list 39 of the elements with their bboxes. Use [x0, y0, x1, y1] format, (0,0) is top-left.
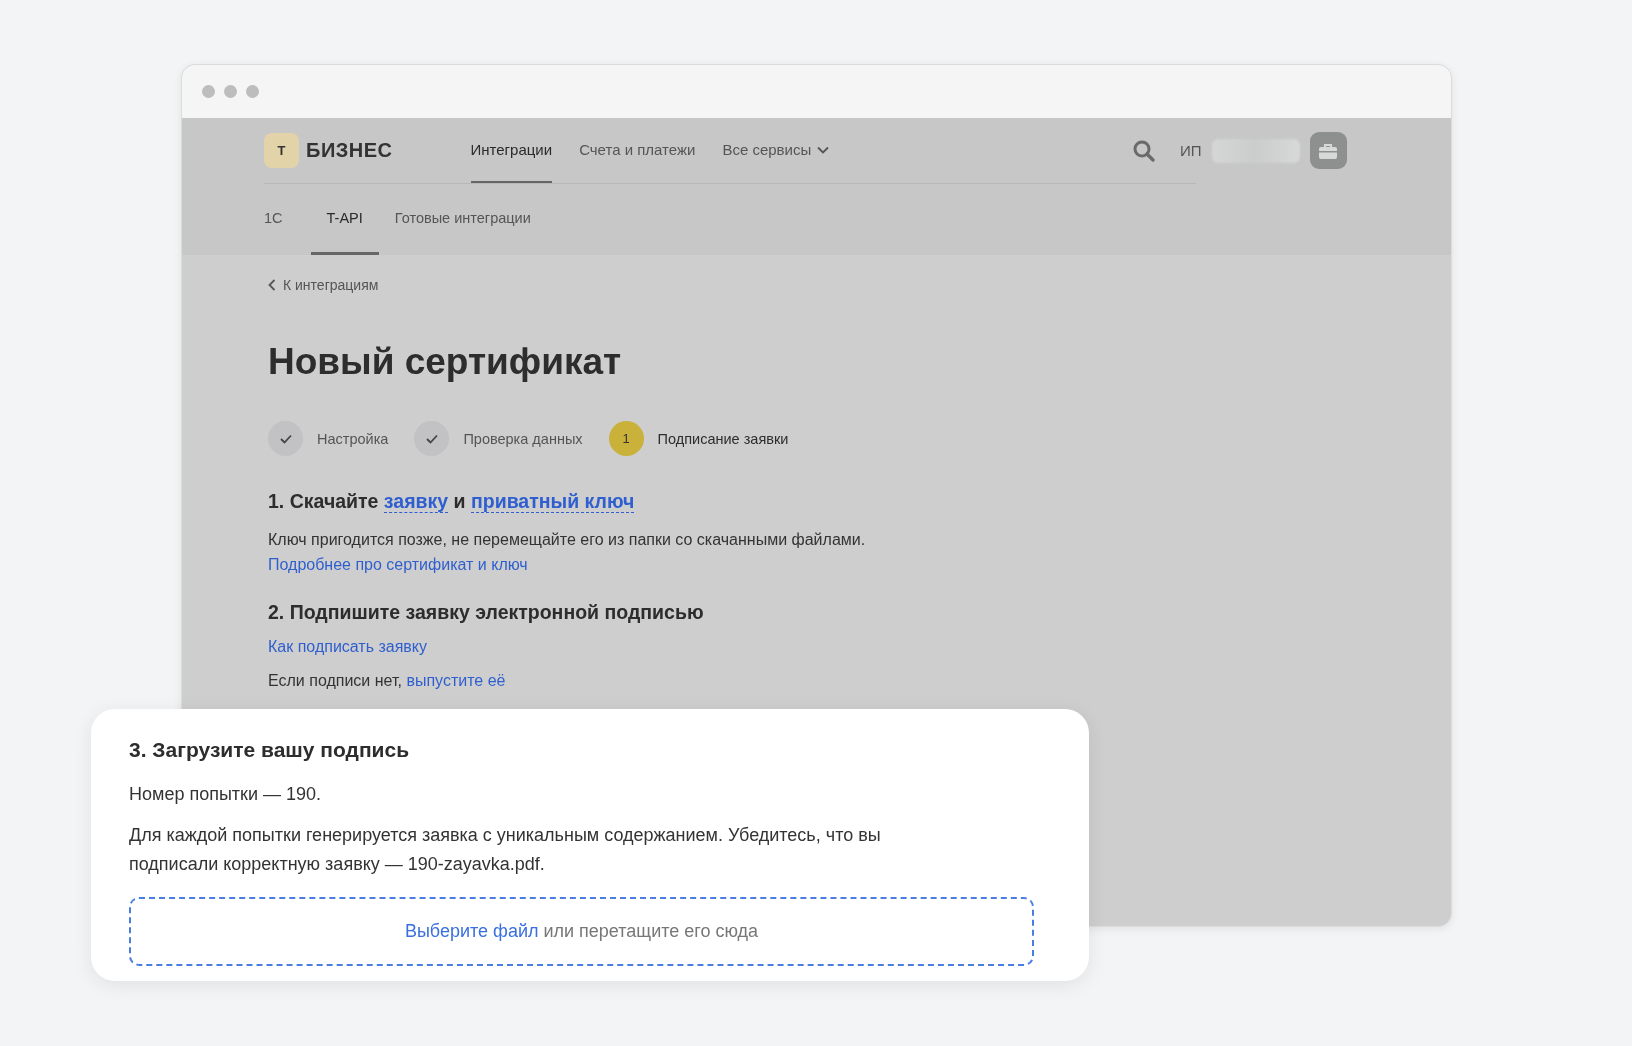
logo-mark[interactable]: Т [264, 133, 299, 168]
caret-icon [817, 145, 830, 154]
window-control-dot[interactable] [224, 85, 237, 98]
issue-signature-link[interactable]: выпустите её [406, 672, 506, 689]
window-control-dot[interactable] [202, 85, 215, 98]
logo-text[interactable]: БИЗНЕС [306, 139, 393, 162]
attempt-text: Номер попытки — 190. [129, 783, 323, 806]
page-title: Новый сертификат [268, 341, 623, 383]
nav-tab[interactable]: Счета и платежи [579, 118, 696, 183]
chevron-left-icon [268, 279, 276, 291]
dropzone-text: или перетащите его сюда [543, 921, 759, 942]
nav-tab[interactable]: Интеграции [470, 118, 553, 183]
download-link[interactable]: заявку [383, 490, 449, 513]
nav-tab[interactable]: Все сервисы [722, 118, 830, 183]
window-control-dot[interactable] [246, 85, 259, 98]
help-link[interactable]: Как подписать заявку [268, 638, 1451, 656]
info-link[interactable]: Подробнее про сертификат и ключ [268, 556, 528, 573]
download-link[interactable]: приватный ключ [470, 490, 635, 513]
card-note: Для каждой попытки генерируется заявка с уникальным содержанием. Убедитесь, что вы подписали корректную заявку — 190-zayavka.pdf. [129, 824, 882, 876]
sub-tab[interactable]: 1С [264, 184, 311, 255]
info-paragraph: Ключ пригодится позже, не перемещайте его из папки со скачанными файлами. Подробнее про сертификат и ключ [268, 530, 867, 575]
account-avatar[interactable] [1309, 132, 1347, 169]
file-dropzone[interactable]: Выберите файл или перетащите его сюда [129, 897, 1034, 966]
back-link[interactable]: К интеграциям [268, 277, 379, 293]
sub-tab[interactable]: T-API [310, 184, 379, 255]
check-icon [425, 433, 438, 444]
account-label: ИП [1180, 142, 1202, 159]
choose-file-link[interactable]: Выберите файл [404, 921, 539, 942]
check-icon [279, 433, 292, 444]
card-heading: 3. Загрузите вашу подпись [129, 738, 411, 762]
search-icon[interactable] [1132, 138, 1156, 163]
sub-tab[interactable]: Готовые интеграции [378, 184, 547, 255]
step-label: Настройка [317, 430, 389, 447]
section-heading: 1. Скачайте заявку и приватный ключ [268, 490, 636, 513]
section-heading: 2. Подпишите заявку электронной подписью [268, 601, 705, 624]
step-label: Подписание заявки [657, 430, 789, 447]
info-paragraph: Если подписи нет, выпустите её [268, 671, 507, 691]
step-number: 1 [608, 421, 644, 456]
step-label: Проверка данных [463, 430, 583, 447]
